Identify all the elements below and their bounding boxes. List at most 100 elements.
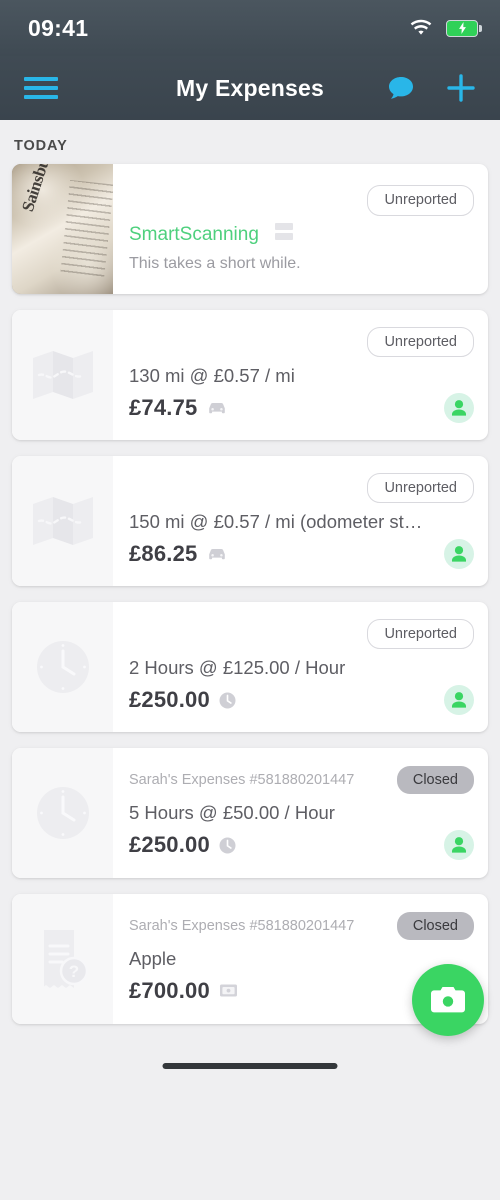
expense-card[interactable]: Unreported 130 mi @ £0.57 / mi £74.75: [12, 310, 488, 440]
hamburger-line: [24, 95, 58, 99]
expense-card-top-row: Unreported: [129, 618, 474, 650]
camera-icon: [431, 987, 465, 1013]
clock-small-icon: [219, 837, 236, 854]
expense-amount-row: £250.00: [129, 830, 474, 861]
expense-description: Apple: [129, 948, 177, 970]
svg-text:?: ?: [68, 962, 78, 981]
expense-card-top-row: Unreported: [129, 185, 474, 216]
expense-amount: £250.00: [129, 832, 210, 858]
expense-description: 150 mi @ £0.57 / mi (odometer start:…: [129, 511, 429, 533]
card-icon: [219, 983, 238, 999]
expense-amount-row: £74.75: [129, 393, 474, 424]
charging-bolt-icon: [458, 22, 466, 34]
expense-card-top-row: Sarah's Expenses #581880201447 Closed: [129, 765, 474, 795]
wifi-icon: [410, 19, 432, 35]
status-badge: Unreported: [367, 472, 474, 504]
receipt-question-icon: ?: [43, 930, 88, 988]
clock-icon: [36, 787, 89, 839]
hamburger-line: [24, 86, 58, 90]
car-icon: [207, 401, 227, 415]
status-badge: Unreported: [367, 618, 474, 650]
expense-description-row: 150 mi @ £0.57 / mi (odometer start:…: [129, 505, 474, 533]
plus-icon[interactable]: [446, 73, 476, 103]
avatar[interactable]: [444, 539, 474, 570]
expense-description: 2 Hours @ £125.00 / Hour: [129, 657, 346, 679]
scan-bar: [274, 233, 293, 241]
expense-card[interactable]: Unreported SmartScanning This takes a shor…: [12, 164, 488, 294]
expense-description-row: Apple: [129, 942, 474, 970]
chat-bubble-icon[interactable]: [388, 76, 414, 100]
expense-amount: £250.00: [129, 687, 210, 713]
expense-list-viewport[interactable]: TODAY Unreported SmartScanning This takes …: [0, 120, 500, 1200]
expense-card-body: Unreported 130 mi @ £0.57 / mi £74.75: [113, 310, 488, 440]
status-badge: Unreported: [367, 185, 474, 216]
scan-bar: [274, 223, 293, 231]
header-actions: [388, 73, 476, 103]
status-badge: Unreported: [367, 326, 474, 358]
hamburger-line: [24, 77, 58, 81]
expense-description-row: 2 Hours @ £125.00 / Hour: [129, 651, 474, 679]
avatar[interactable]: [444, 393, 474, 424]
camera-fab-button[interactable]: [412, 964, 484, 1036]
avatar-person-icon: [452, 692, 466, 708]
expense-description-row: SmartScanning: [129, 218, 474, 246]
avatar-person-icon: [452, 546, 466, 562]
expense-card-body: Sarah's Expenses #581880201447 Closed 5 Ho…: [113, 748, 488, 878]
car-icon: [208, 403, 225, 414]
expense-card-body: Unreported SmartScanning This takes a shor…: [113, 164, 488, 294]
car-icon: [208, 549, 225, 560]
expense-thumbnail: [12, 164, 113, 294]
report-reference: Sarah's Expenses #581880201447: [129, 772, 355, 788]
report-reference: Sarah's Expenses #581880201447: [129, 918, 355, 934]
status-badge: Closed: [396, 765, 474, 795]
avatar-person-icon: [452, 837, 466, 853]
status-bar-indicators: [409, 19, 482, 37]
expense-card-top-row: Unreported: [129, 326, 474, 358]
expense-thumbnail: [12, 602, 113, 732]
app-header: My Expenses: [0, 56, 500, 120]
expense-description-row: 5 Hours @ £50.00 / Hour: [129, 796, 474, 824]
expense-thumbnail: [12, 310, 113, 440]
expense-amount-row: £250.00: [129, 685, 474, 716]
expense-description: 5 Hours @ £50.00 / Hour: [129, 802, 335, 824]
expense-amount-row: £86.25: [129, 539, 474, 570]
car-icon: [207, 547, 227, 561]
expense-thumbnail: [12, 748, 113, 878]
expense-card-top-row: Unreported: [129, 472, 474, 504]
avatar-person-icon: [452, 400, 466, 416]
expense-subline: This takes a short while.: [129, 254, 301, 272]
status-badge: Closed: [396, 911, 474, 941]
clock-small-icon: [219, 837, 236, 854]
expense-description-row: 130 mi @ £0.57 / mi: [129, 359, 474, 387]
expense-card[interactable]: Unreported 150 mi @ £0.57 / mi (odometer …: [12, 456, 488, 586]
expense-description: 130 mi @ £0.57 / mi: [129, 365, 295, 387]
battery-charging-icon: [446, 19, 482, 37]
expense-thumbnail: ?: [12, 894, 113, 1024]
avatar[interactable]: [444, 685, 474, 716]
expense-description: SmartScanning: [129, 223, 259, 245]
clock-icon: [36, 641, 89, 693]
expense-thumbnail: [12, 456, 113, 586]
status-bar-clock: 09:41: [28, 14, 89, 41]
receipt-photo-image: [12, 164, 113, 294]
expense-list[interactable]: Unreported SmartScanning This takes a shor…: [0, 164, 500, 1024]
map-icon: [32, 497, 93, 545]
scanning-progress-icon: [274, 223, 293, 241]
expense-amount: £700.00: [129, 978, 210, 1004]
clock-small-icon: [219, 692, 236, 709]
status-bar: 09:41: [0, 0, 500, 56]
avatar[interactable]: [444, 830, 474, 861]
expense-card-top-row: Sarah's Expenses #581880201447 Closed: [129, 911, 474, 941]
expense-card-body: Unreported 2 Hours @ £125.00 / Hour £250.0…: [113, 602, 488, 732]
expense-amount: £74.75: [129, 395, 198, 421]
map-icon: [32, 351, 93, 399]
expense-card[interactable]: Unreported 2 Hours @ £125.00 / Hour £250.0…: [12, 602, 488, 732]
card-icon: [219, 984, 237, 997]
expense-card[interactable]: Sarah's Expenses #581880201447 Closed 5 Ho…: [12, 748, 488, 878]
home-indicator: [162, 1063, 338, 1069]
clock-small-icon: [219, 692, 236, 709]
section-header-today: TODAY: [14, 138, 68, 154]
hamburger-menu-icon[interactable]: [24, 77, 58, 99]
expense-amount: £86.25: [129, 541, 198, 567]
expense-card-body: Unreported 150 mi @ £0.57 / mi (odometer …: [113, 456, 488, 586]
